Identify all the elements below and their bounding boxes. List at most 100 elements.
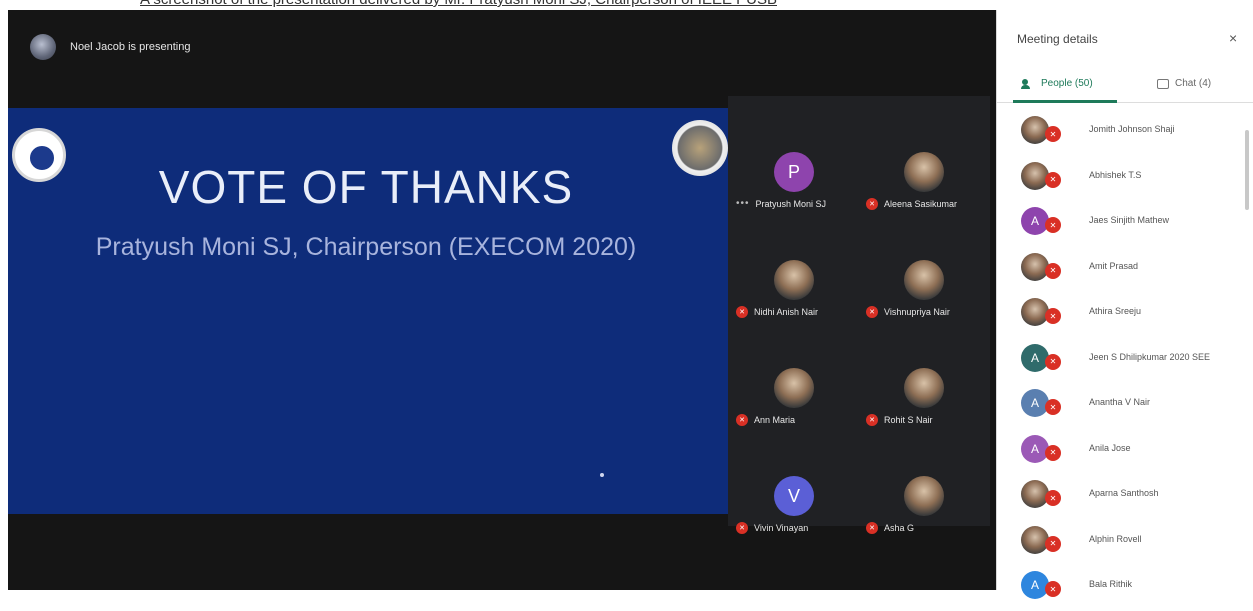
participant-list-name: Alphin Rovell [1089,533,1142,544]
participant-list-item[interactable]: ✕ Abhishek T.S [997,156,1237,202]
participant-list-item[interactable]: A ✕ Bala Rithik [997,565,1237,611]
panel-title: Meeting details [1017,32,1098,46]
participant-list-item[interactable]: ✕ Alphin Rovell [997,520,1237,566]
presenting-label: Noel Jacob is presenting [70,41,191,53]
presenter-avatar [30,34,56,60]
mic-off-icon: ✕ [866,198,878,210]
participant-avatar [904,260,944,300]
participant-name: Asha G [884,523,915,533]
pointer-dot [600,473,604,477]
participant-name-row: ✕ Ann Maria [736,414,795,426]
participant-list-name: Jomith Johnson Shaji [1089,124,1175,134]
participant-avatar [904,152,944,192]
participant-name-row: ✕ Asha G [866,522,914,534]
participant-tile[interactable]: ✕ Asha G [858,440,988,548]
participant-list-name: Athira Sreeju [1089,306,1142,316]
mic-off-icon: ✕ [866,414,878,426]
mic-off-icon: ✕ [1045,535,1061,552]
participant-avatar [774,368,814,408]
participant-avatar: V [774,476,814,516]
participant-list-name: Jeen S Dhilipkumar 2020 SEE [1089,351,1211,362]
participant-list-item[interactable]: A ✕ Jaes Sinjith Mathew [997,201,1237,247]
tab-people-label: People (50) [1041,78,1093,89]
participant-list-item[interactable]: A ✕ Anantha V Nair [997,383,1237,429]
participant-name: Ann Maria [754,415,796,425]
participant-name: Rohit S Nair [884,415,933,425]
participant-name-row: ✕ Vivin Vinayan [736,522,808,534]
people-icon [1021,78,1035,89]
caption-text: A screenshot of the presentation deliver… [140,0,777,8]
mic-off-icon: ✕ [1045,308,1061,324]
participant-list-scrollbar[interactable] [1245,130,1249,210]
participant-name-row: ✕ Aleena Sasikumar [866,198,957,210]
participant-name: Pratyush Moni SJ [755,198,827,209]
participant-name-row: ✕ Vishnupriya Nair [866,306,950,318]
participant-list-name: Jaes Sinjith Mathew [1089,215,1170,225]
participant-name-row: ••• Pratyush Moni SJ [736,198,826,209]
mic-off-icon: ✕ [1045,126,1061,142]
mic-off-icon: ✕ [736,522,748,534]
tab-chat-label: Chat (4) [1175,78,1212,89]
chat-icon [1157,78,1169,89]
mic-off-icon: ✕ [1045,262,1061,279]
participant-list-name: Bala Rithik [1089,579,1133,589]
participant-avatar [774,260,814,300]
participant-list[interactable]: ✕ Jomith Johnson Shaji ✕ Abhishek T.S A ✕ Jaes… [997,110,1237,611]
participant-list-name: Aparna Santhosh [1089,488,1159,498]
participant-list-item[interactable]: A ✕ Jeen S Dhilipkumar 2020 SEE [997,338,1237,384]
participant-list-name: Amit Prasad [1089,260,1139,271]
mic-off-icon: ✕ [1045,444,1061,461]
participant-name-row: ✕ Rohit S Nair [866,414,933,426]
participant-avatar [904,476,944,516]
participant-list-name: Anila Jose [1089,442,1131,453]
participant-tile[interactable]: ✕ Rohit S Nair [858,332,988,440]
participant-name: Aleena Sasikumar [884,199,958,209]
mic-off-icon: ✕ [1045,171,1061,188]
mic-off-icon: ✕ [1045,399,1061,415]
mic-off-icon: ✕ [866,522,878,534]
participant-name: Vishnupriya Nair [884,307,950,317]
participant-tile[interactable]: P ••• Pratyush Moni SJ [728,116,858,224]
panel-tabs: People (50) Chat (4) [997,68,1253,103]
mic-off-icon: ✕ [866,306,878,318]
participant-tile[interactable]: V ✕ Vivin Vinayan [728,440,858,548]
participant-avatar: A [1021,343,1049,372]
mic-off-icon: ✕ [1045,581,1061,597]
close-icon[interactable]: × [1229,30,1237,46]
mic-off-icon: ✕ [736,306,748,318]
participant-list-name: Anantha V Nair [1089,397,1151,407]
slide-subtitle: Pratyush Moni SJ, Chairperson (EXECOM 20… [95,233,637,261]
participant-list-item[interactable]: ✕ Jomith Johnson Shaji [997,110,1237,156]
participant-tile[interactable]: ✕ Vishnupriya Nair [858,224,988,332]
participant-name-row: ✕ Nidhi Anish Nair [736,306,818,318]
participant-list-item[interactable]: ✕ Athira Sreeju [997,292,1237,338]
participant-list-item[interactable]: ✕ Aparna Santhosh [997,474,1237,520]
participant-tile[interactable]: ✕ Ann Maria [728,332,858,440]
document-caption: A screenshot of the presentation deliver… [0,0,1253,10]
participant-list-item[interactable]: ✕ Amit Prasad [997,247,1237,293]
slide-title: VOTE OF THANKS [158,161,574,213]
mic-off-icon: ✕ [736,414,748,426]
active-tab-indicator [1013,100,1117,103]
participant-avatar: P [774,152,814,192]
participant-avatar [1021,525,1049,554]
participant-list-item[interactable]: A ✕ Anila Jose [997,429,1237,475]
mic-off-icon: ✕ [1045,353,1061,370]
more-icon[interactable]: ••• [736,198,750,209]
mic-off-icon: ✕ [1045,217,1061,233]
participant-name: Vivin Vinayan [754,523,809,533]
participant-list-name: Abhishek T.S [1089,169,1142,180]
presenting-banner: Noel Jacob is presenting [30,34,190,60]
participant-tiles-grid: P ••• Pratyush Moni SJ ✕ Aleena Sasikumar ✕ Ni… [728,96,990,534]
participant-avatar: A [1021,434,1049,463]
mic-off-icon: ✕ [1045,490,1061,506]
participant-avatar [1021,252,1049,281]
meeting-details-panel: Meeting details × People (50) Chat (4) ✕… [996,10,1253,599]
participant-name: Nidhi Anish Nair [754,307,819,317]
participant-tile[interactable]: ✕ Aleena Sasikumar [858,116,988,224]
tab-chat[interactable]: Chat (4) [1157,78,1211,89]
participant-avatar [1021,161,1049,190]
tab-people[interactable]: People (50) [1021,78,1093,89]
participant-tile[interactable]: ✕ Nidhi Anish Nair [728,224,858,332]
participant-avatar [904,368,944,408]
